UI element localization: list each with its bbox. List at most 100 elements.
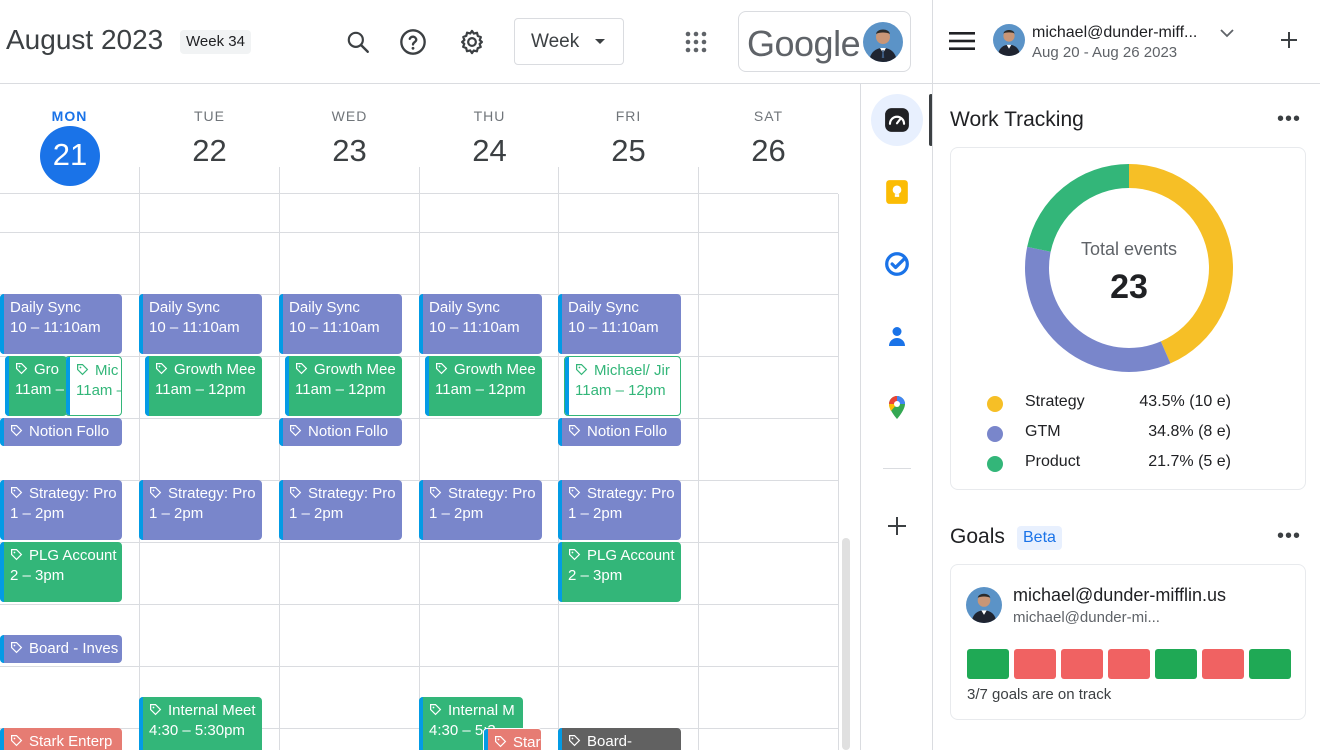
- more-horiz-icon: •••: [1277, 108, 1302, 130]
- event-title: Internal M: [448, 702, 515, 719]
- gear-icon: [460, 29, 484, 55]
- event-title: Mic: [95, 362, 119, 379]
- help-button[interactable]: [393, 22, 433, 62]
- event-title: Gro: [34, 361, 60, 378]
- apps-grid-icon: [685, 31, 707, 53]
- event-daily-sync[interactable]: Daily Sync 10 – 11:10am: [279, 294, 402, 354]
- day-name: TUE: [194, 108, 225, 124]
- event-notion-follow[interactable]: Notion Follo: [279, 418, 402, 446]
- day-date-today[interactable]: 21: [40, 126, 100, 186]
- event-strategy-pro[interactable]: Strategy: Pro 1 – 2pm: [139, 480, 262, 540]
- hour-line: [0, 604, 838, 605]
- day-date[interactable]: 22: [140, 133, 279, 169]
- day-date[interactable]: 23: [280, 133, 419, 169]
- event-strategy-pro[interactable]: Strategy: Pro 1 – 2pm: [279, 480, 402, 540]
- event-stark-enterprise[interactable]: Stark Enterp: [0, 728, 122, 750]
- event-daily-sync[interactable]: Daily Sync 10 – 11:10am: [558, 294, 681, 354]
- event-growth-meeting[interactable]: Growth Mee 11am – 12pm: [425, 356, 542, 416]
- event-time: 10 – 11:10am: [429, 319, 520, 336]
- event-michael-jim[interactable]: Michael/ Jir 11am – 12pm: [564, 356, 681, 416]
- contacts-person-icon: [889, 327, 905, 346]
- event-title: Strategy: Pro: [587, 485, 675, 502]
- event-board-invest[interactable]: Board - Inves: [0, 635, 122, 663]
- keep-lightbulb-icon: [886, 180, 908, 204]
- event-daily-sync[interactable]: Daily Sync 10 – 11:10am: [419, 294, 542, 354]
- day-header-thu[interactable]: THU 24: [420, 85, 559, 193]
- event-growth-meeting[interactable]: Growth Mee 11am – 12pm: [285, 356, 402, 416]
- avatar: [863, 22, 903, 62]
- event-time: 10 – 11:10am: [568, 319, 659, 336]
- event-title: Strategy: Pro: [308, 485, 396, 502]
- settings-button[interactable]: [452, 22, 492, 62]
- event-growth-meeting[interactable]: Gro 11am –: [5, 356, 67, 416]
- event-time: 10 – 11:10am: [149, 319, 240, 336]
- event-daily-sync[interactable]: Daily Sync 10 – 11:10am: [139, 294, 262, 354]
- rail-keep-button[interactable]: [871, 166, 923, 218]
- event-notion-follow[interactable]: Notion Follo: [0, 418, 122, 446]
- goal-square-off-track[interactable]: [1014, 649, 1056, 679]
- legend-value: 21.7% (5 e): [1148, 453, 1231, 470]
- apps-button[interactable]: [676, 22, 716, 62]
- event-title: Star: [513, 734, 541, 750]
- column-divider: [139, 167, 140, 750]
- rail-add-button[interactable]: [871, 500, 923, 552]
- tag-icon: [569, 549, 581, 561]
- event-plg-account[interactable]: PLG Account 2 – 3pm: [558, 542, 681, 602]
- day-name: WED: [331, 108, 368, 124]
- google-account-switcher[interactable]: Google: [738, 11, 911, 72]
- event-internal-meeting[interactable]: Internal Meet 4:30 – 5:30pm: [139, 697, 262, 750]
- rail-tasks-button[interactable]: [871, 238, 923, 290]
- goals-more-button[interactable]: •••: [1277, 525, 1301, 548]
- rail-contacts-button[interactable]: [871, 310, 923, 362]
- goal-square-on-track[interactable]: [1155, 649, 1197, 679]
- work-tracking-more-button[interactable]: •••: [1277, 108, 1301, 131]
- donut-slice-gtm[interactable]: [1025, 246, 1171, 372]
- rail-maps-button[interactable]: [871, 382, 923, 434]
- event-time: 1 – 2pm: [149, 505, 204, 522]
- event-plg-account[interactable]: PLG Account 2 – 3pm: [0, 542, 122, 602]
- day-header-mon[interactable]: MON 21: [0, 85, 139, 193]
- event-notion-follow[interactable]: Notion Follo: [558, 418, 681, 446]
- day-header-tue[interactable]: TUE 22: [140, 85, 279, 193]
- goal-square-off-track[interactable]: [1108, 649, 1150, 679]
- event-board[interactable]: Board-: [558, 728, 681, 750]
- day-header-wed[interactable]: WED 23: [280, 85, 419, 193]
- calendar-scrollbar[interactable]: [842, 538, 850, 750]
- event-strategy-pro[interactable]: Strategy: Pro 1 – 2pm: [0, 480, 122, 540]
- account-email[interactable]: michael@dunder-miff...: [1032, 24, 1197, 42]
- account-dropdown-button[interactable]: [1219, 26, 1235, 45]
- day-date[interactable]: 24: [420, 133, 559, 169]
- day-header-sat[interactable]: SAT 26: [699, 85, 838, 193]
- goals-card[interactable]: michael@dunder-mifflin.us michael@dunder…: [950, 564, 1306, 720]
- event-daily-sync[interactable]: Daily Sync 10 – 11:10am: [0, 294, 122, 354]
- day-date[interactable]: 25: [559, 133, 698, 169]
- add-button[interactable]: [1279, 30, 1299, 55]
- event-strategy-pro[interactable]: Strategy: Pro 1 – 2pm: [419, 480, 542, 540]
- event-michael-jim[interactable]: Mic 11am –: [65, 356, 122, 416]
- goal-square-off-track[interactable]: [1202, 649, 1244, 679]
- search-button[interactable]: [338, 22, 378, 62]
- week-number-chip: Week 34: [180, 30, 251, 54]
- menu-button[interactable]: [949, 30, 975, 57]
- beta-badge: Beta: [1017, 526, 1062, 550]
- day-date[interactable]: 26: [699, 133, 838, 169]
- day-name: MON: [51, 108, 88, 124]
- date-range: Aug 20 - Aug 26 2023: [1032, 44, 1178, 61]
- column-divider: [279, 167, 280, 750]
- event-strategy-pro[interactable]: Strategy: Pro 1 – 2pm: [558, 480, 681, 540]
- goal-square-on-track[interactable]: [967, 649, 1009, 679]
- event-stark-enterprise[interactable]: Star: [483, 728, 542, 750]
- tag-icon: [156, 363, 168, 375]
- event-title: Strategy: Pro: [448, 485, 536, 502]
- event-title: Notion Follo: [308, 423, 389, 440]
- donut-slice-strategy[interactable]: [1129, 164, 1233, 364]
- goal-square-on-track[interactable]: [1249, 649, 1291, 679]
- day-header-fri[interactable]: FRI 25: [559, 85, 698, 193]
- event-growth-meeting[interactable]: Growth Mee 11am – 12pm: [145, 356, 262, 416]
- rail-work-tracking-button[interactable]: [871, 94, 923, 146]
- view-selector[interactable]: Week: [514, 18, 624, 65]
- avatar: [966, 587, 1002, 623]
- hour-line: [0, 232, 838, 233]
- event-title: Strategy: Pro: [29, 485, 117, 502]
- goal-square-off-track[interactable]: [1061, 649, 1103, 679]
